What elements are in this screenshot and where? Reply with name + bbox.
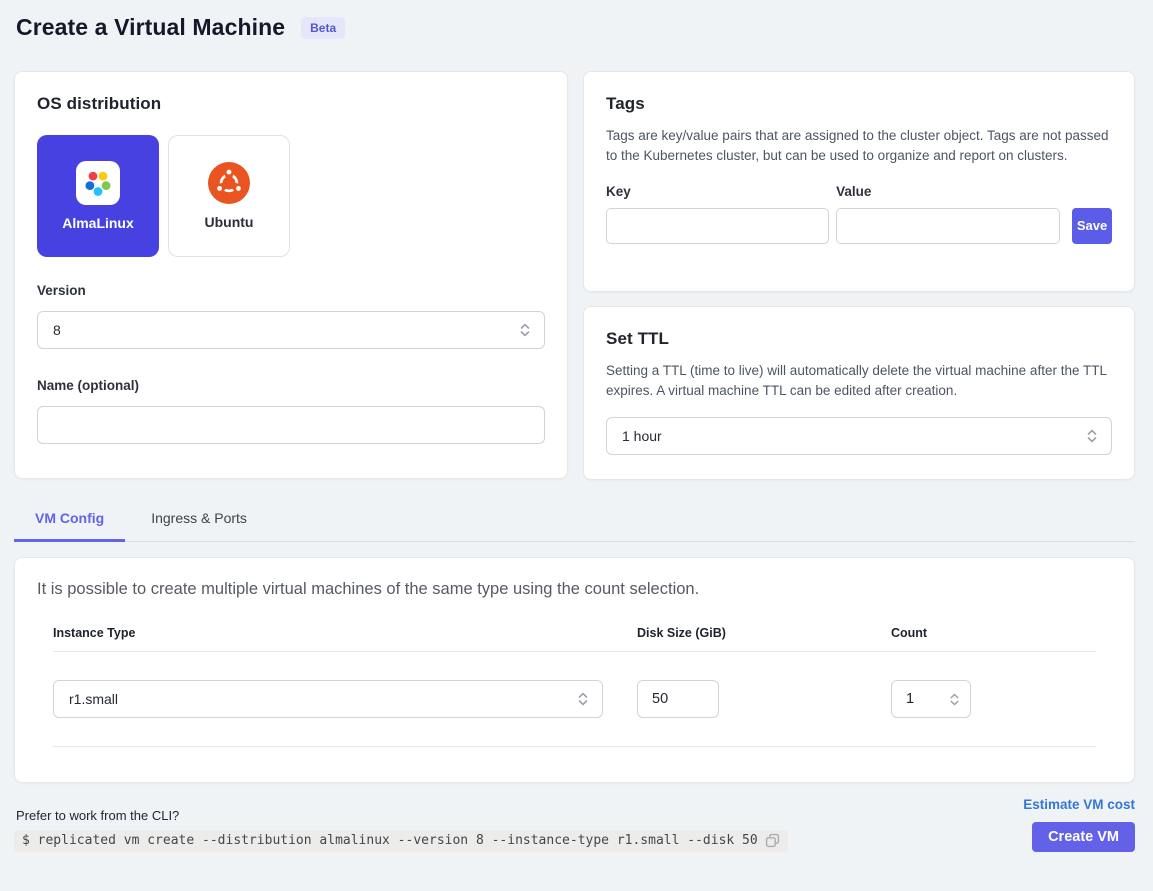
count-stepper[interactable]: 1: [891, 680, 971, 718]
tags-card: Tags Tags are key/value pairs that are a…: [583, 71, 1135, 292]
ubuntu-logo-icon: [208, 162, 250, 204]
col-count: Count: [891, 626, 1096, 640]
os-tile-almalinux-label: AlmaLinux: [62, 215, 134, 231]
os-tile-almalinux[interactable]: AlmaLinux: [37, 135, 159, 257]
actions-section: Estimate VM cost Create VM: [1023, 797, 1135, 852]
page-header: Create a Virtual Machine Beta: [16, 14, 1135, 41]
copy-button[interactable]: [765, 833, 780, 848]
tags-card-title: Tags: [606, 94, 1112, 114]
cli-prompt: Prefer to work from the CLI?: [16, 808, 788, 823]
page-title: Create a Virtual Machine: [16, 14, 285, 41]
config-tabs: VM Config Ingress & Ports: [14, 510, 1135, 542]
table-row: r1.small 1: [53, 652, 1096, 747]
vm-table: Instance Type Disk Size (GiB) Count r1.s…: [37, 626, 1112, 747]
vm-config-note: It is possible to create multiple virtua…: [37, 580, 1112, 599]
vm-name-label: Name (optional): [37, 378, 545, 393]
chevron-updown-icon: [518, 322, 532, 338]
ttl-select-value: 1 hour: [622, 428, 662, 444]
version-select-value: 8: [53, 322, 61, 338]
instance-type-select[interactable]: r1.small: [53, 680, 603, 718]
chevron-updown-icon: [1085, 428, 1099, 444]
os-tile-ubuntu-label: Ubuntu: [205, 214, 254, 230]
vm-table-header: Instance Type Disk Size (GiB) Count: [53, 626, 1096, 652]
cli-command: $ replicated vm create --distribution al…: [22, 833, 758, 848]
copy-icon: [765, 833, 780, 848]
save-tag-button[interactable]: Save: [1072, 208, 1112, 244]
vm-name-input[interactable]: [37, 406, 545, 444]
chevron-updown-icon: [576, 691, 590, 707]
os-card-title: OS distribution: [37, 94, 545, 114]
estimate-vm-cost-link[interactable]: Estimate VM cost: [1023, 797, 1135, 812]
os-tiles: AlmaLinux: [37, 135, 545, 257]
col-instance-type: Instance Type: [53, 626, 637, 640]
ttl-select[interactable]: 1 hour: [606, 417, 1112, 455]
tag-key-label: Key: [606, 184, 829, 199]
instance-type-value: r1.small: [69, 691, 118, 707]
version-select[interactable]: 8: [37, 311, 545, 349]
cli-section: Prefer to work from the CLI? $ replicate…: [14, 808, 788, 852]
create-vm-button[interactable]: Create VM: [1032, 822, 1135, 852]
create-vm-page: Create a Virtual Machine Beta OS distrib…: [0, 0, 1153, 852]
ttl-description: Setting a TTL (time to live) will automa…: [606, 361, 1112, 402]
tag-value-input[interactable]: [836, 208, 1060, 244]
tag-value-label: Value: [836, 184, 1060, 199]
ttl-card-title: Set TTL: [606, 329, 1112, 349]
beta-badge: Beta: [301, 17, 345, 39]
col-disk-size: Disk Size (GiB): [637, 626, 891, 640]
page-footer: Prefer to work from the CLI? $ replicate…: [14, 797, 1135, 852]
os-distribution-card: OS distribution AlmaLinux: [14, 71, 568, 479]
almalinux-logo-icon: [76, 161, 120, 205]
cli-command-block: $ replicated vm create --distribution al…: [14, 830, 788, 852]
tag-key-input[interactable]: [606, 208, 829, 244]
chevron-updown-icon: [948, 692, 961, 707]
tab-ingress-ports[interactable]: Ingress & Ports: [130, 510, 268, 542]
os-tile-ubuntu[interactable]: Ubuntu: [168, 135, 290, 257]
vm-config-card: It is possible to create multiple virtua…: [14, 557, 1135, 783]
count-value: 1: [906, 691, 914, 707]
disk-size-input[interactable]: [637, 680, 719, 718]
tab-vm-config[interactable]: VM Config: [14, 510, 125, 542]
version-label: Version: [37, 283, 545, 298]
tags-description: Tags are key/value pairs that are assign…: [606, 126, 1112, 167]
tags-form: Key Value Save: [606, 184, 1112, 244]
set-ttl-card: Set TTL Setting a TTL (time to live) wil…: [583, 306, 1135, 480]
